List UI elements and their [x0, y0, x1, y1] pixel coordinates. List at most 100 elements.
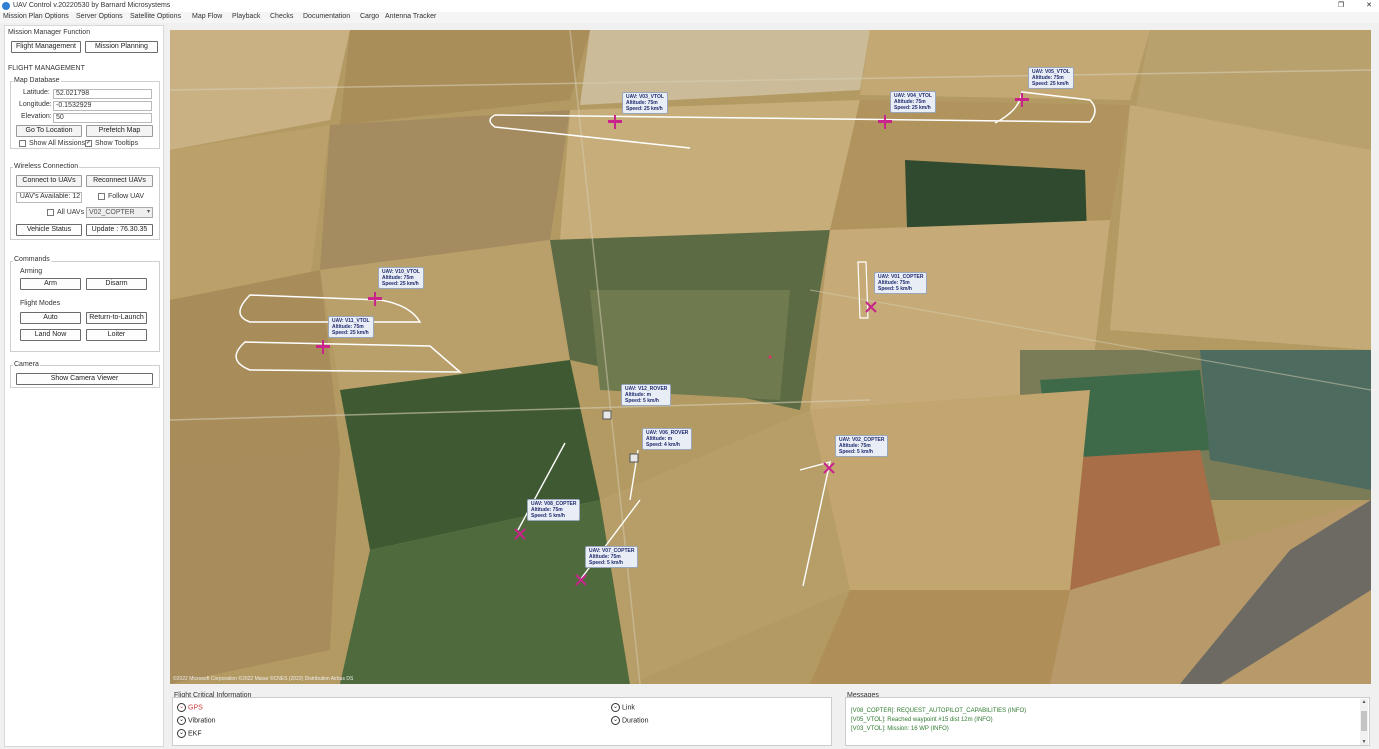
mission-planning-button[interactable]: Mission Planning — [85, 41, 158, 53]
go-to-location-button[interactable]: Go To Location — [16, 125, 82, 137]
app-icon — [2, 2, 10, 10]
window-title: UAV Control v.20220530 by Barnard Micros… — [13, 2, 171, 9]
connect-to-uavs-button[interactable]: Connect to UAVs — [16, 175, 82, 187]
maximize-icon[interactable]: ❐ — [1336, 1, 1346, 11]
return-to-launch-button[interactable]: Return-to-Launch — [86, 312, 147, 324]
update-button[interactable]: Update : 76.30.35 — [86, 224, 153, 236]
vibration-status: ⌄ Vibration — [177, 716, 216, 725]
close-icon[interactable]: ✕ — [1364, 1, 1374, 11]
copter-icon[interactable] — [513, 527, 527, 541]
all-uavs-checkbox[interactable] — [47, 209, 54, 216]
copter-icon[interactable] — [822, 461, 836, 475]
chevron-down-icon[interactable]: ⌄ — [177, 729, 186, 738]
chevron-down-icon[interactable]: ⌄ — [611, 716, 620, 725]
scroll-down-icon[interactable]: ▼ — [1360, 739, 1368, 745]
satellite-map[interactable]: UAV: V03_VTOL Altitude: 75m Speed: 25 km… — [170, 30, 1371, 684]
menu-documentation[interactable]: Documentation — [303, 13, 350, 20]
arm-button[interactable]: Arm — [20, 278, 81, 290]
menu-cargo[interactable]: Cargo — [360, 13, 379, 20]
rover-icon[interactable] — [600, 408, 614, 422]
show-tooltips-label: Show Tooltips — [95, 140, 139, 147]
wireless-connection-title: Wireless Connection — [13, 163, 80, 170]
gps-status: ⌄ GPS — [177, 703, 203, 712]
uav-select-dropdown[interactable]: V02_COPTER ▾ — [86, 207, 153, 218]
uav-label[interactable]: UAV: V11_VTOL Altitude: 75m Speed: 25 km… — [328, 316, 374, 338]
uav-label[interactable]: UAV: V10_VTOL Altitude: 75m Speed: 25 km… — [378, 267, 424, 289]
map-copyright: ©2022 Microsoft Corporation ©2022 Maxar … — [173, 676, 354, 682]
uav-label[interactable]: UAV: V01_COPTER Altitude: 75m Speed: 5 k… — [874, 272, 928, 294]
plane-icon[interactable] — [608, 115, 622, 129]
flight-modes-title: Flight Modes — [20, 300, 61, 307]
uav-label[interactable]: UAV: V05_VTOL Altitude: 75m Speed: 25 km… — [1028, 67, 1074, 89]
message-line: [V03_VTOL]: Mission: 16 WP (INFO) — [851, 726, 949, 732]
scroll-up-icon[interactable]: ▲ — [1360, 699, 1368, 705]
rover-icon[interactable] — [627, 451, 641, 465]
plane-icon[interactable] — [316, 340, 330, 354]
show-tooltips-checkbox[interactable]: ✓ — [85, 140, 92, 147]
title-bar: UAV Control v.20220530 by Barnard Micros… — [0, 0, 1379, 12]
land-now-button[interactable]: Land Now — [20, 329, 81, 341]
message-line: [V08_COPTER]: REQUEST_AUTOPILOT_CAPABILI… — [851, 708, 1027, 714]
copter-icon[interactable] — [574, 573, 588, 587]
menu-playback[interactable]: Playback — [232, 13, 260, 20]
uavs-available-field: UAV's Available: 12 — [16, 192, 82, 203]
left-control-panel: Mission Manager Function Flight Manageme… — [4, 25, 164, 747]
show-all-missions-label: Show All Missions — [29, 140, 86, 147]
uav-label[interactable]: UAV: V12_ROVER Altitude: m Speed: 5 km/h — [621, 384, 672, 406]
map-imagery — [170, 30, 1371, 684]
messages-scrollbar[interactable]: ▲ ▼ — [1360, 699, 1368, 745]
uav-select-value: V02_COPTER — [89, 209, 135, 216]
latitude-label: Latitude: — [23, 89, 50, 96]
chevron-down-icon: ▾ — [146, 209, 150, 215]
flight-management-header: FLIGHT MANAGEMENT — [8, 65, 85, 72]
flight-management-button[interactable]: Flight Management — [11, 41, 81, 53]
menu-map-flow[interactable]: Map Flow — [192, 13, 222, 20]
plane-icon[interactable] — [368, 292, 382, 306]
longitude-label: Longitude: — [19, 101, 52, 108]
message-line: [V05_VTOL]: Reached waypoint #15 dist 12… — [851, 717, 993, 723]
menu-antenna-tracker[interactable]: Antenna Tracker — [385, 13, 436, 20]
vehicle-status-button[interactable]: Vehicle Status — [16, 224, 82, 236]
longitude-input[interactable]: -0.1532929 — [53, 101, 152, 111]
mission-manager-title: Mission Manager Function — [8, 29, 91, 36]
follow-uav-checkbox[interactable] — [98, 193, 105, 200]
uav-label[interactable]: UAV: V08_COPTER Altitude: 75m Speed: 5 k… — [527, 499, 581, 521]
commands-title: Commands — [13, 256, 51, 263]
uav-label[interactable]: UAV: V03_VTOL Altitude: 75m Speed: 25 km… — [622, 92, 668, 114]
reconnect-uavs-button[interactable]: Reconnect UAVs — [86, 175, 153, 187]
menu-mission-plan-options[interactable]: Mission Plan Options — [3, 13, 69, 20]
arming-title: Arming — [20, 268, 43, 275]
messages-panel: Messages [V08_COPTER]: REQUEST_AUTOPILOT… — [845, 690, 1370, 747]
elevation-input[interactable]: 50 — [53, 113, 152, 123]
scrollbar-thumb[interactable] — [1361, 711, 1367, 731]
show-all-missions-checkbox[interactable] — [19, 140, 26, 147]
loiter-button[interactable]: Loiter — [86, 329, 147, 341]
chevron-down-icon[interactable]: ⌄ — [611, 703, 620, 712]
all-uavs-label: All UAVs — [57, 209, 85, 216]
chevron-down-icon[interactable]: ⌄ — [177, 716, 186, 725]
elevation-label: Elevation: — [21, 113, 52, 120]
menu-server-options[interactable]: Server Options — [76, 13, 123, 20]
latitude-input[interactable]: 52.021798 — [53, 89, 152, 99]
camera-title: Camera — [13, 361, 40, 368]
chevron-down-icon[interactable]: ⌄ — [177, 703, 186, 712]
copter-icon[interactable] — [864, 300, 878, 314]
prefetch-map-button[interactable]: Prefetch Map — [86, 125, 153, 137]
show-camera-viewer-button[interactable]: Show Camera Viewer — [16, 373, 153, 385]
plane-icon[interactable] — [1015, 93, 1029, 107]
plane-icon[interactable] — [878, 115, 892, 129]
uav-label[interactable]: UAV: V07_COPTER Altitude: 75m Speed: 5 k… — [585, 546, 639, 568]
flight-critical-info: Flight Critical Information ⌄ GPS ⌄ Vibrat… — [170, 690, 834, 747]
auto-button[interactable]: Auto — [20, 312, 81, 324]
messages-box[interactable]: [V08_COPTER]: REQUEST_AUTOPILOT_CAPABILI… — [845, 697, 1370, 746]
menu-bar: Mission Plan Options Server Options Sate… — [0, 12, 1379, 23]
menu-satellite-options[interactable]: Satellite Options — [130, 13, 181, 20]
link-status: ⌄ Link — [611, 703, 635, 712]
map-database-title: Map Database — [13, 77, 61, 84]
uav-label[interactable]: UAV: V02_COPTER Altitude: 75m Speed: 5 k… — [835, 435, 889, 457]
disarm-button[interactable]: Disarm — [86, 278, 147, 290]
uav-label[interactable]: UAV: V06_ROVER Altitude: m Speed: 4 km/h — [642, 428, 693, 450]
menu-checks[interactable]: Checks — [270, 13, 293, 20]
uav-label[interactable]: UAV: V04_VTOL Altitude: 75m Speed: 25 km… — [890, 91, 936, 113]
ekf-status: ⌄ EKF — [177, 729, 202, 738]
